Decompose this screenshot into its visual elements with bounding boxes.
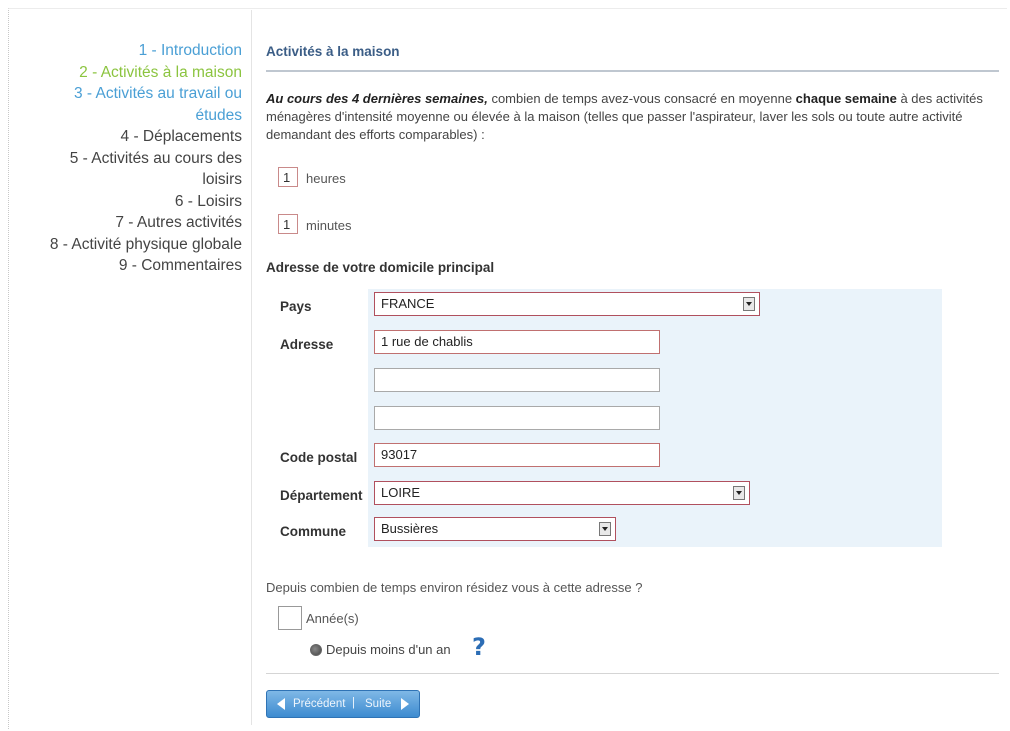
sidebar-item-work-activities[interactable]: 3 - Activités au travail ou	[0, 83, 242, 105]
sidebar-item-leisure-activities-cont: loisirs	[202, 171, 242, 188]
nav-separator: |	[352, 697, 355, 709]
postal-code-input[interactable]: 93017	[374, 443, 660, 467]
activity-question: Au cours des 4 dernières semaines, combi…	[266, 90, 986, 144]
arrow-right-icon[interactable]	[401, 698, 409, 710]
address-section-title: Adresse de votre domicile principal	[266, 260, 495, 275]
sidebar-item-home-activities[interactable]: 2 - Activités à la maison	[0, 62, 242, 84]
address-line3-input[interactable]	[374, 406, 660, 430]
title-divider	[266, 70, 999, 72]
sidebar-item-global-activity: 8 - Activité physique globale	[49, 235, 242, 253]
section-title: Activités à la maison	[266, 44, 400, 59]
country-select[interactable]: FRANCE	[374, 292, 760, 316]
residence-duration-question: Depuis combien de temps environ résidez …	[266, 580, 643, 595]
sidebar-item-leisure: 6 - Loisirs	[174, 192, 242, 210]
main-content: Activités à la maison Au cours des 4 der…	[266, 10, 1000, 725]
country-label: Pays	[280, 299, 312, 314]
navigation-bar: Précédent | Suite	[266, 690, 420, 718]
sidebar-item-other-activities: 7 - Autres activités	[115, 214, 242, 231]
help-icon[interactable]: ?	[472, 634, 486, 660]
department-select-value: LOIRE	[381, 485, 421, 500]
address-labels-column	[266, 289, 368, 547]
minutes-input[interactable]: 1	[278, 214, 298, 234]
sidebar-divider	[251, 10, 252, 725]
hours-input[interactable]: 1	[278, 167, 298, 187]
address-label: Adresse	[280, 337, 334, 352]
next-button[interactable]: Suite	[365, 698, 391, 710]
chevron-down-icon[interactable]	[733, 486, 745, 500]
department-label: Département	[280, 488, 363, 503]
sidebar-item-introduction[interactable]: 1 - Introduction	[0, 40, 242, 62]
sidebar-item-leisure-activities: 5 - Activités au cours des	[69, 149, 242, 167]
years-input[interactable]	[278, 606, 302, 630]
sidebar-item-travel: 4 - Déplacements	[120, 128, 242, 145]
previous-button[interactable]: Précédent	[293, 698, 345, 710]
commune-label: Commune	[280, 524, 347, 539]
sidebar-item-work-activities-cont[interactable]: études	[0, 105, 242, 127]
question-emphasis: chaque semaine	[795, 91, 897, 106]
department-select[interactable]: LOIRE	[374, 481, 750, 505]
commune-select[interactable]: Bussières	[374, 517, 616, 541]
commune-select-value: Bussières	[381, 521, 439, 536]
hours-label: heures	[306, 171, 346, 186]
country-select-value: FRANCE	[381, 296, 435, 311]
minutes-label: minutes	[306, 218, 352, 233]
bottom-divider	[266, 673, 999, 674]
less-than-year-radio[interactable]	[310, 644, 322, 656]
chevron-down-icon[interactable]	[599, 522, 611, 536]
question-lead: Au cours des 4 dernières semaines,	[266, 91, 488, 106]
less-than-year-label[interactable]: Depuis moins d'un an	[326, 642, 451, 657]
postal-code-label: Code postal	[280, 450, 358, 465]
address-line2-input[interactable]	[374, 368, 660, 392]
arrow-left-icon[interactable]	[277, 698, 285, 710]
address-line1-input[interactable]: 1 rue de chablis	[374, 330, 660, 354]
chevron-down-icon[interactable]	[743, 297, 755, 311]
step-navigation: 1 - Introduction 2 - Activités à la mais…	[0, 40, 242, 277]
years-label: Année(s)	[306, 611, 359, 626]
sidebar-item-comments: 9 - Commentaires	[118, 257, 242, 274]
question-text-1: combien de temps avez-vous consacré en m…	[487, 91, 796, 106]
